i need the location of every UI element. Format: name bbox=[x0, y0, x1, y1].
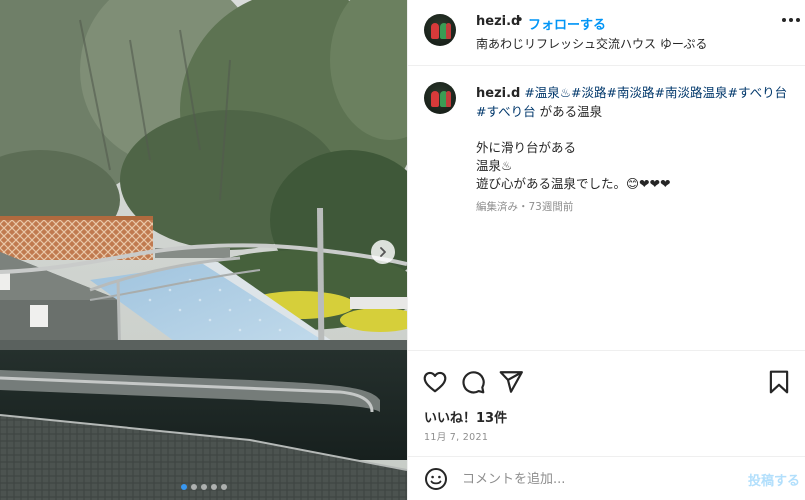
post-side-panel: hezi.d • フォローする 南あわじリフレッシュ交流ハウス ゆーぷる hez… bbox=[407, 0, 805, 500]
post-caption: hezi.d #温泉♨#淡路#南淡路#南淡路温泉#すべり台 #すべり台 がある温… bbox=[476, 84, 794, 193]
post-date[interactable]: 11月 7, 2021 bbox=[424, 429, 488, 443]
caption-line: 温泉♨ bbox=[476, 158, 513, 173]
action-bar bbox=[408, 350, 805, 410]
caption-line: 遊び心がある温泉でした。😊❤❤❤ bbox=[476, 176, 671, 191]
hashtag-link[interactable]: #南淡路 bbox=[607, 85, 655, 100]
like-count[interactable]: いいね！13件 bbox=[424, 407, 507, 426]
comment-input[interactable] bbox=[462, 469, 732, 489]
author-username[interactable]: hezi.d bbox=[476, 14, 520, 29]
caption-avatar[interactable] bbox=[424, 82, 456, 114]
edited-timestamp: 編集済み・73週間前 bbox=[476, 201, 574, 213]
carousel-dot bbox=[220, 484, 227, 490]
carousel-next-button[interactable] bbox=[371, 240, 395, 264]
separator-dot: • bbox=[516, 13, 524, 28]
hashtag-link[interactable]: 台 bbox=[775, 85, 788, 100]
caption-username[interactable]: hezi.d bbox=[476, 86, 520, 101]
hashtag-link[interactable]: #すべり台 bbox=[476, 104, 536, 119]
carousel-indicator bbox=[0, 484, 407, 490]
carousel-dot bbox=[200, 484, 207, 490]
smiley-icon[interactable] bbox=[424, 467, 448, 491]
comment-icon[interactable] bbox=[460, 369, 486, 395]
instagram-post: hezi.d • フォローする 南あわじリフレッシュ交流ハウス ゆーぷる hez… bbox=[0, 0, 805, 500]
post-comment-button[interactable]: 投稿する bbox=[748, 470, 800, 489]
avatar[interactable] bbox=[424, 14, 456, 46]
hashtag-link[interactable]: #温泉♨ bbox=[524, 85, 571, 100]
comment-bar: 投稿する bbox=[408, 456, 805, 500]
carousel-dot bbox=[190, 484, 197, 490]
heart-icon[interactable] bbox=[422, 369, 448, 395]
bookmark-icon[interactable] bbox=[766, 369, 792, 395]
follow-button[interactable]: フォローする bbox=[528, 14, 606, 33]
caption-text: がある温泉 bbox=[535, 104, 603, 119]
carousel-dot bbox=[180, 484, 187, 490]
hashtag-link[interactable]: #淡路 bbox=[571, 85, 606, 100]
post-location[interactable]: 南あわじリフレッシュ交流ハウス ゆーぷる bbox=[476, 35, 707, 52]
post-media[interactable] bbox=[0, 0, 407, 500]
carousel-dot bbox=[210, 484, 217, 490]
hashtag-link[interactable]: #南淡路温泉 bbox=[654, 85, 727, 100]
more-options-icon[interactable] bbox=[782, 18, 800, 22]
caption-line: 外に滑り台がある bbox=[476, 140, 577, 155]
post-header: hezi.d • フォローする 南あわじリフレッシュ交流ハウス ゆーぷる bbox=[408, 0, 805, 66]
chevron-right-icon bbox=[380, 247, 386, 257]
share-icon[interactable] bbox=[498, 369, 524, 395]
hashtag-link[interactable]: #すべり bbox=[727, 85, 774, 100]
hot-spring-slide-photo bbox=[0, 0, 407, 500]
